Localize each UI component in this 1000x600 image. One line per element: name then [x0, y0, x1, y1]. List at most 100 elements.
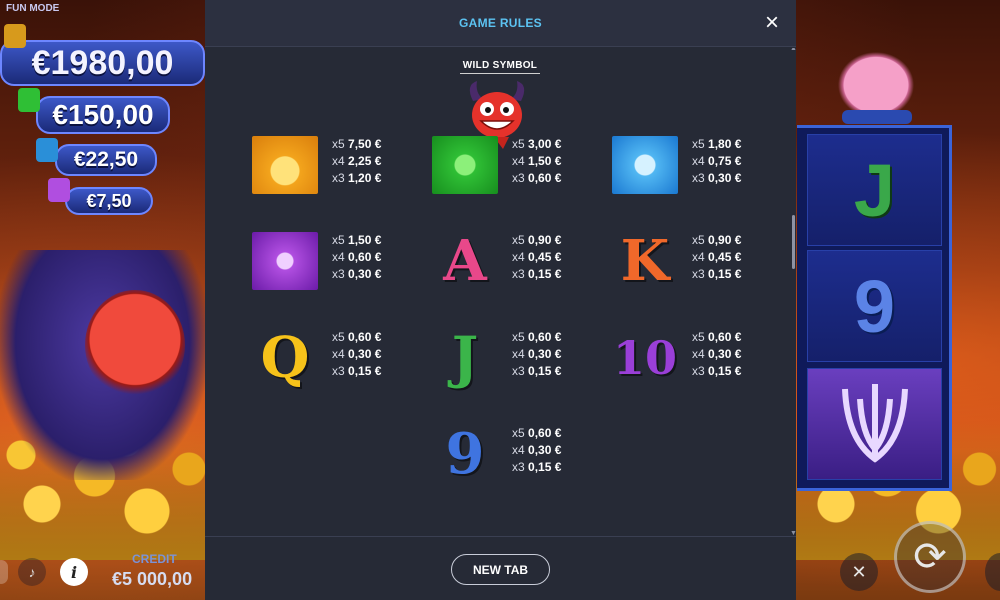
symbol-letter: J [451, 325, 479, 391]
payout-row: x5 0,90 € [512, 232, 561, 249]
payout-amount: 0,90 € [708, 233, 742, 247]
wild-symbol-heading: WILD SYMBOL [460, 60, 540, 74]
jackpot-grand: €1980,00 [0, 40, 205, 86]
payout-amount: 0,60 € [708, 330, 742, 344]
paytable-item: x5 1,50 € x4 0,60 € x3 0,30 € [250, 226, 430, 296]
payout-row: x4 0,75 € [692, 153, 741, 170]
symbol-letter: 9 [445, 421, 485, 487]
payout-multiplier: x5 [692, 137, 705, 151]
payout-row: x5 0,90 € [692, 232, 741, 249]
payout-amount: 2,25 € [348, 154, 382, 168]
menu-edge-button[interactable] [0, 560, 8, 584]
credit-label: CREDIT [132, 552, 177, 566]
payout-list: x5 0,60 € x4 0,30 € x3 0,15 € [512, 329, 561, 380]
symbol-10-icon: 10 [610, 323, 680, 393]
payout-multiplier: x3 [332, 267, 345, 281]
payout-multiplier: x5 [692, 233, 705, 247]
payout-amount: 0,90 € [528, 233, 562, 247]
payout-list: x5 1,80 € x4 0,75 € x3 0,30 € [692, 136, 741, 187]
payout-multiplier: x5 [332, 330, 345, 344]
devil-character-illustration [85, 290, 185, 400]
payout-multiplier: x3 [332, 171, 345, 185]
payout-multiplier: x4 [692, 154, 705, 168]
payout-row: x3 0,15 € [512, 266, 561, 283]
payout-amount: 0,30 € [348, 347, 382, 361]
payout-list: x5 7,50 € x4 2,25 € x3 1,20 € [332, 136, 381, 187]
modal-header: GAME RULES × [205, 0, 796, 47]
paytable-item: x5 3,00 € x4 1,50 € x3 0,60 € [430, 130, 610, 200]
payout-amount: 0,60 € [528, 426, 562, 440]
close-icon[interactable]: × [760, 11, 784, 35]
payout-multiplier: x5 [332, 233, 345, 247]
paytable-item: Ax5 0,90 € x4 0,45 € x3 0,15 € [430, 226, 610, 296]
scrollbar-thumb[interactable] [792, 215, 795, 269]
payout-amount: 0,60 € [528, 330, 562, 344]
payout-amount: 0,60 € [528, 171, 562, 185]
payout-row: x5 0,60 € [332, 329, 381, 346]
rules-content[interactable]: WILD SYMBOL x5 7,50 € x4 2,25 € x3 1,20 € x… [205, 48, 796, 536]
payout-row: x4 0,45 € [512, 249, 561, 266]
paytable-item: x5 7,50 € x4 2,25 € x3 1,20 € [250, 130, 430, 200]
payout-amount: 0,15 € [528, 364, 562, 378]
payout-list: x5 0,90 € x4 0,45 € x3 0,15 € [512, 232, 561, 283]
game-rules-modal: GAME RULES × WILD SYMBOL x5 7,50 € x4 2,2… [205, 0, 796, 600]
payout-amount: 0,15 € [528, 267, 562, 281]
payout-row: x4 0,45 € [692, 249, 741, 266]
paytable-item: Kx5 0,90 € x4 0,45 € x3 0,15 € [610, 226, 790, 296]
payout-amount: 0,15 € [708, 364, 742, 378]
scrollbar[interactable]: ▲ ▼ [790, 48, 796, 536]
payout-row: x4 2,25 € [332, 153, 381, 170]
modal-title: GAME RULES [458, 16, 542, 30]
payout-list: x5 0,90 € x4 0,45 € x3 0,15 € [692, 232, 741, 283]
payout-row: x5 0,60 € [512, 329, 561, 346]
payout-multiplier: x5 [512, 233, 525, 247]
new-tab-button[interactable]: NEW TAB [451, 554, 550, 585]
reel-symbol-trident [807, 368, 942, 480]
reel-symbol: 9 [807, 250, 942, 362]
payout-row: x4 0,30 € [512, 442, 561, 459]
sound-off-icon[interactable]: ♪ [18, 558, 46, 586]
diamond-symbol-icon [610, 130, 680, 200]
payout-amount: 0,30 € [708, 347, 742, 361]
trident-symbol-icon [250, 226, 320, 296]
jackpot-major: €150,00 [36, 96, 170, 134]
payout-row: x3 0,60 € [512, 170, 561, 187]
payout-multiplier: x3 [692, 267, 705, 281]
payout-row: x5 0,60 € [692, 329, 741, 346]
scroll-up-icon[interactable]: ▲ [790, 48, 796, 52]
payout-multiplier: x4 [332, 347, 345, 361]
symbol-J-icon: J [430, 323, 500, 393]
payout-multiplier: x4 [512, 347, 525, 361]
payout-row: x5 1,80 € [692, 136, 741, 153]
reels-area: J 9 [797, 125, 952, 491]
payout-list: x5 0,60 € x4 0,30 € x3 0,15 € [512, 425, 561, 476]
bottom-left-controls: ♪ i CREDIT €5 000,00 [0, 544, 205, 600]
payout-amount: 0,15 € [348, 364, 382, 378]
jackpot-minor: €22,50 [55, 144, 157, 176]
paytable-item: 9 x5 0,60 € x4 0,30 € x3 0,15 € [430, 419, 610, 489]
info-icon[interactable]: i [60, 558, 88, 586]
payout-amount: 0,30 € [348, 267, 382, 281]
paytable-item: Jx5 0,60 € x4 0,30 € x3 0,15 € [430, 323, 610, 393]
spin-icon[interactable]: ⟳ [894, 521, 966, 593]
jackpot-gem-icon [36, 138, 58, 162]
symbol-A-icon: A [430, 226, 500, 296]
payout-row: x3 0,15 € [692, 266, 741, 283]
payout-amount: 0,60 € [348, 330, 382, 344]
payout-amount: 0,15 € [528, 460, 562, 474]
reel-symbol: J [807, 134, 942, 246]
symbol-Q-icon: Q [250, 323, 320, 393]
payout-amount: 1,80 € [708, 137, 742, 151]
payout-row: x3 0,15 € [512, 363, 561, 380]
payout-multiplier: x3 [692, 364, 705, 378]
piggy-bank-stand [842, 110, 912, 124]
jackpot-gem-icon [4, 24, 26, 48]
turbo-off-icon[interactable]: ✕ [840, 553, 878, 591]
payout-multiplier: x4 [512, 250, 525, 264]
payout-multiplier: x4 [332, 250, 345, 264]
payout-multiplier: x5 [692, 330, 705, 344]
payout-row: x4 0,30 € [332, 346, 381, 363]
payout-amount: 0,60 € [348, 250, 382, 264]
payout-multiplier: x3 [512, 460, 525, 474]
symbol-letter: A [443, 228, 487, 294]
